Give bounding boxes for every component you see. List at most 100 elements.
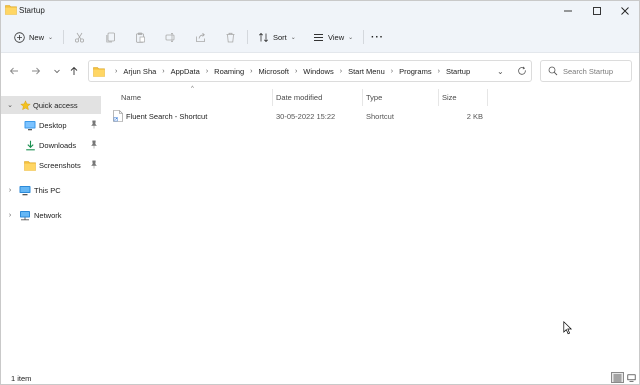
cut-button[interactable] bbox=[73, 29, 85, 45]
minimize-icon bbox=[564, 10, 572, 12]
plus-icon bbox=[13, 31, 25, 43]
chevron-down-icon[interactable]: ⌄ bbox=[6, 101, 14, 109]
search-input[interactable] bbox=[563, 65, 629, 78]
folder-icon bbox=[24, 159, 36, 171]
chevron-right-icon[interactable]: › bbox=[250, 68, 252, 75]
chevron-right-icon[interactable]: › bbox=[162, 68, 164, 75]
command-separator bbox=[63, 30, 64, 44]
rename-icon bbox=[164, 31, 176, 43]
breadcrumb-item[interactable]: Roaming bbox=[214, 67, 244, 76]
paste-button[interactable] bbox=[134, 29, 146, 45]
breadcrumb: › Arjun Sha › AppData › Roaming › Micros… bbox=[109, 67, 470, 76]
details-view-icon bbox=[613, 374, 622, 381]
file-name: Fluent Search - Shortcut bbox=[126, 112, 208, 121]
pin-icon bbox=[90, 120, 98, 129]
arrow-left-icon bbox=[9, 67, 18, 75]
breadcrumb-item[interactable]: Start Menu bbox=[348, 67, 385, 76]
chevron-down-icon bbox=[54, 69, 60, 74]
more-options-button[interactable]: ··· bbox=[371, 29, 384, 45]
sidebar-item-label: Screenshots bbox=[39, 160, 81, 170]
column-header-label: Name bbox=[121, 93, 142, 102]
recent-locations-button[interactable] bbox=[50, 64, 64, 78]
paste-icon bbox=[134, 31, 146, 43]
maximize-button[interactable] bbox=[583, 1, 611, 21]
refresh-button[interactable] bbox=[517, 66, 527, 78]
breadcrumb-item[interactable]: Startup bbox=[446, 67, 470, 76]
star-icon bbox=[19, 99, 31, 111]
sidebar-item-network[interactable]: › Network bbox=[1, 206, 101, 224]
new-button[interactable]: New ⌄ bbox=[13, 29, 53, 45]
breadcrumb-item[interactable]: Programs bbox=[399, 67, 432, 76]
delete-button[interactable] bbox=[224, 29, 236, 45]
column-divider[interactable] bbox=[487, 89, 488, 106]
share-button[interactable] bbox=[194, 29, 206, 45]
chevron-down-icon: ⌄ bbox=[48, 34, 54, 41]
file-explorer-window: Startup New ⌄ Sort ⌄ View ⌄ ··· › Arjun … bbox=[0, 0, 640, 385]
column-divider[interactable] bbox=[272, 89, 273, 106]
column-header-name[interactable]: Name bbox=[121, 89, 271, 106]
back-button[interactable] bbox=[7, 64, 21, 78]
address-history-dropdown[interactable]: ⌄ bbox=[497, 67, 504, 76]
view-icon bbox=[312, 31, 324, 43]
address-bar[interactable]: › Arjun Sha › AppData › Roaming › Micros… bbox=[88, 60, 532, 82]
search-icon bbox=[548, 66, 558, 76]
refresh-icon bbox=[518, 66, 526, 75]
breadcrumb-item[interactable]: Arjun Sha bbox=[123, 67, 156, 76]
arrow-up-icon bbox=[70, 66, 78, 75]
folder-icon bbox=[93, 67, 105, 77]
column-header-label: Size bbox=[442, 93, 457, 102]
status-bar: 1 item bbox=[1, 369, 639, 385]
sidebar-item-screenshots[interactable]: Screenshots bbox=[1, 156, 101, 174]
trash-icon bbox=[224, 31, 236, 43]
breadcrumb-item[interactable]: AppData bbox=[171, 67, 200, 76]
shortcut-icon bbox=[113, 110, 123, 122]
details-view-button[interactable] bbox=[611, 372, 624, 383]
pin-icon bbox=[90, 140, 98, 149]
sidebar-item-quick-access[interactable]: ⌄ Quick access bbox=[1, 96, 101, 114]
navigation-pane: ⌄ Quick access Desktop Downloads Screens… bbox=[1, 89, 101, 369]
file-type: Shortcut bbox=[366, 112, 394, 121]
downloads-icon bbox=[24, 139, 36, 151]
view-button[interactable]: View ⌄ bbox=[312, 29, 353, 45]
cut-icon bbox=[73, 31, 85, 43]
copy-button[interactable] bbox=[104, 29, 116, 45]
chevron-down-icon: ⌄ bbox=[290, 34, 296, 41]
folder-icon bbox=[5, 5, 17, 15]
minimize-button[interactable] bbox=[554, 1, 582, 21]
column-divider[interactable] bbox=[362, 89, 363, 106]
item-count: 1 item bbox=[11, 374, 32, 383]
forward-button[interactable] bbox=[29, 64, 43, 78]
up-button[interactable] bbox=[67, 64, 81, 78]
column-header-date-modified[interactable]: Date modified bbox=[276, 89, 361, 106]
large-icons-view-button[interactable] bbox=[625, 372, 638, 383]
chevron-right-icon[interactable]: › bbox=[6, 212, 14, 219]
sidebar-item-this-pc[interactable]: › This PC bbox=[1, 181, 101, 199]
sidebar-item-downloads[interactable]: Downloads bbox=[1, 136, 101, 154]
more-icon: ··· bbox=[371, 31, 384, 43]
sort-button[interactable]: Sort ⌄ bbox=[257, 29, 296, 45]
column-header-type[interactable]: Type bbox=[366, 89, 438, 106]
column-header-size[interactable]: Size bbox=[442, 89, 487, 106]
rename-button[interactable] bbox=[164, 29, 176, 45]
chevron-right-icon[interactable]: › bbox=[391, 68, 393, 75]
chevron-right-icon[interactable]: › bbox=[340, 68, 342, 75]
chevron-right-icon[interactable]: › bbox=[295, 68, 297, 75]
breadcrumb-item[interactable]: Microsoft bbox=[259, 67, 289, 76]
table-row[interactable]: Fluent Search - Shortcut 30-05-2022 15:2… bbox=[110, 108, 488, 124]
large-icons-view-icon bbox=[627, 373, 636, 382]
close-button[interactable] bbox=[611, 1, 639, 21]
title-bar: Startup bbox=[1, 1, 639, 21]
sort-icon bbox=[257, 31, 269, 43]
close-icon bbox=[621, 7, 629, 15]
pin-icon bbox=[90, 160, 98, 169]
chevron-right-icon[interactable]: › bbox=[438, 68, 440, 75]
chevron-right-icon[interactable]: › bbox=[206, 68, 208, 75]
arrow-right-icon bbox=[32, 67, 41, 75]
column-divider[interactable] bbox=[438, 89, 439, 106]
sidebar-item-label: Desktop bbox=[39, 120, 67, 130]
sidebar-item-desktop[interactable]: Desktop bbox=[1, 116, 101, 134]
sidebar-item-label: Network bbox=[34, 210, 62, 220]
command-bar: New ⌄ Sort ⌄ View ⌄ ··· bbox=[1, 21, 639, 53]
chevron-right-icon[interactable]: › bbox=[6, 187, 14, 194]
breadcrumb-item[interactable]: Windows bbox=[303, 67, 333, 76]
